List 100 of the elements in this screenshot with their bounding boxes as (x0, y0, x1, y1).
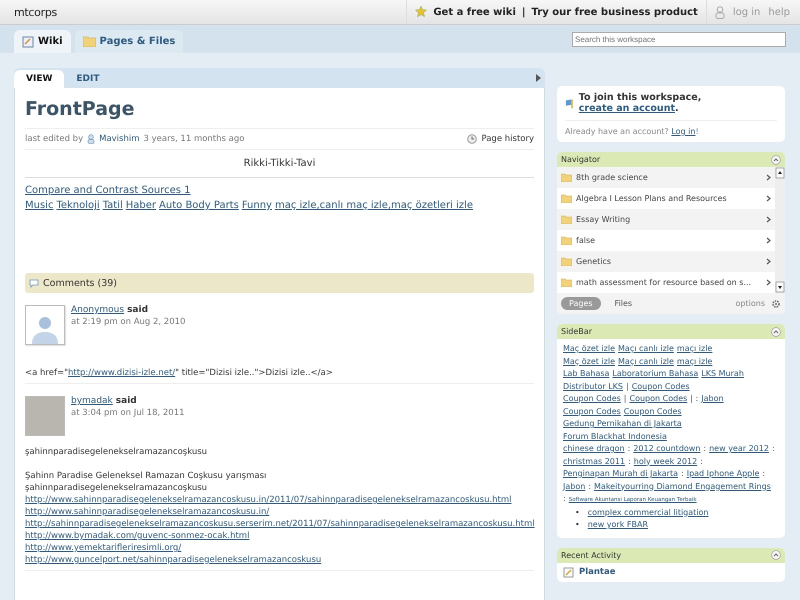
sidebar-link[interactable]: Lab Bahasa (563, 368, 610, 380)
sidebar-link[interactable]: new year 2012 (709, 443, 769, 456)
sidebar-link[interactable]: Coupon Codes (563, 406, 621, 418)
comment-text: şahinnparadisegelenekselramazancoşkusu (25, 482, 208, 494)
sidebar-link[interactable]: complex commercial litigation (588, 506, 708, 519)
navigator-item[interactable]: Genetics (557, 251, 775, 272)
login-link[interactable]: Log in (671, 127, 696, 136)
page-link[interactable]: Auto Body Parts (159, 200, 239, 211)
join-text: To join this workspace, create an account. (578, 92, 702, 114)
comment-text: Şahinn Paradise Geleneksel Ramazan Coşkusu yarışması (25, 470, 268, 482)
activity-item[interactable]: Plantae (557, 562, 785, 582)
page-link[interactable]: maç izle,canlı maç izle,maç özetleri izle (274, 200, 473, 211)
sidebar-link[interactable]: Laboratorium Bahasa (612, 368, 698, 380)
edited-time: 3 years, 11 months ago (144, 134, 244, 144)
sidebar-link[interactable]: Jabon (701, 393, 724, 406)
edited-label: last edited by (25, 134, 84, 144)
comment-link[interactable]: http://www.dizisi-izle.net/ (68, 368, 176, 378)
page-heading: Rikki-Tikki-Tavi (25, 150, 534, 178)
comment-author-link[interactable]: bymadak (71, 396, 113, 406)
folder-icon (561, 194, 572, 203)
user-icon (714, 6, 725, 18)
navigator-item[interactable]: Essay Writing (557, 209, 775, 230)
comment-link[interactable]: http://www.sahinnparadisegelenekselramazancoskusu.in/2011/07/sahinnparadisegelenekselramazancoskusu.html (25, 495, 512, 505)
promo-link[interactable]: Get a free wiki (433, 6, 516, 18)
sidebar-link[interactable]: Coupon Codes (632, 380, 690, 393)
comment-link[interactable]: http://www.bymadak.com/guvenc-sonmez-ocak.html (25, 531, 250, 541)
navigator-item[interactable]: false (557, 230, 775, 251)
separator-text: : (772, 443, 775, 455)
navigator-item[interactable]: Algebra I Lesson Plans and Resources (557, 188, 775, 209)
page-link[interactable]: Teknoloji (56, 200, 100, 211)
sidebar-link[interactable]: Makeityourring Diamond Engagement Rings (594, 480, 771, 493)
separator-text: | (624, 393, 626, 405)
navigator-item[interactable]: 8th grade science (557, 167, 775, 188)
sidebar-link[interactable]: Penginapan Murah di Jakarta (563, 468, 678, 480)
sidebar-link[interactable]: Distributor LKS (563, 380, 623, 393)
sidebar-link[interactable]: chinese dragon (563, 443, 625, 456)
folder-icon (561, 236, 572, 245)
flag-icon (565, 98, 574, 108)
page-tab[interactable]: VIEW (14, 70, 64, 88)
sidebar-link[interactable]: Maçı canlı izle (618, 343, 674, 356)
scrollbar[interactable] (775, 167, 785, 293)
page-tab[interactable]: EDIT (64, 70, 112, 88)
sidebar-link[interactable]: Forum Blackhat Indonesia (563, 430, 667, 443)
sidebar-link[interactable]: maçı izle (676, 343, 712, 356)
sidebar-link[interactable]: Maçı canlı izle (618, 356, 674, 368)
comment-link[interactable]: http://sahinnparadisegelenekselramazancoskusu.serserim.net/2011/07/sahinnparadisegelenekselramazancoskusu.html (25, 519, 535, 529)
said-label: said (116, 396, 137, 406)
chevron-right-icon (766, 237, 771, 244)
page-link[interactable]: Funny (242, 200, 272, 211)
speech-bubble-icon (29, 278, 39, 288)
panel-title: Recent Activity (561, 550, 622, 560)
navigator-tab[interactable]: Files (606, 297, 640, 310)
page-link[interactable]: Compare and Contrast Sources 1 (25, 185, 191, 196)
author-link[interactable]: Mavishim (99, 134, 140, 144)
sidebar-link[interactable]: 2012 countdown (633, 443, 700, 456)
separator-text: : (703, 443, 706, 455)
page-history-link[interactable]: Page history (467, 134, 534, 144)
separator-text: | : (690, 393, 698, 405)
nav-tab[interactable]: Pages & Files (74, 30, 184, 53)
separator-text: : (762, 468, 766, 480)
collapse-icon[interactable] (771, 550, 781, 560)
chevron-right-icon (766, 195, 771, 202)
sidebar-link[interactable]: Coupon Codes (624, 406, 682, 418)
page-link[interactable]: Music (25, 200, 54, 211)
comment-time: at 2:19 pm on Aug 2, 2010 (71, 317, 186, 327)
caret-icon[interactable] (536, 74, 541, 82)
sidebar-link[interactable]: Maç özet izle (563, 343, 616, 356)
sidebar-link[interactable]: christmas 2011 (563, 456, 626, 468)
comment-link[interactable]: http://www.yemektarifleriresimli.org/ (25, 543, 182, 553)
sidebar-link[interactable]: Gedung Pernikahan di Jakarta (563, 418, 682, 430)
comment-time: at 3:04 pm on Jul 18, 2011 (71, 408, 185, 418)
panel-title: Navigator (561, 155, 600, 164)
folder-icon (82, 36, 96, 47)
sidebar-link[interactable]: Coupon Codes (563, 393, 621, 406)
collapse-icon[interactable] (771, 154, 781, 164)
settings-icon[interactable] (771, 298, 781, 308)
said-label: said (127, 305, 148, 315)
separator-text: : (628, 443, 630, 455)
separator-text: | (626, 380, 629, 393)
page-link[interactable]: Haber (126, 200, 156, 211)
comment-link[interactable]: http://www.guncelport.net/sahinnparadisegelenekselramazancoskusu (25, 555, 322, 565)
comment-link[interactable]: http://www.sahinnparadisegelenekselramazancoskusu.in/ (25, 507, 270, 517)
page-link[interactable]: Tatil (102, 200, 123, 211)
nav-tab[interactable]: Wiki (14, 30, 71, 53)
sidebar-link[interactable]: Ipad Iphone Apple (686, 468, 760, 480)
clock-icon (467, 134, 478, 144)
comment-author-link[interactable]: Anonymous (71, 305, 124, 315)
navigator-item[interactable]: math assessment for resource based on s... (557, 272, 775, 293)
sidebar-link[interactable]: Coupon Codes (630, 393, 688, 406)
create-account-link[interactable]: create an account (578, 103, 675, 114)
sidebar-link[interactable]: Jabon (563, 480, 586, 493)
bullet-marker: • (575, 506, 580, 518)
sidebar-link[interactable]: holy week 2012 (634, 456, 698, 468)
sidebar-link[interactable]: LKS Murah (701, 368, 744, 380)
sidebar-link[interactable]: Maç özet izle (563, 356, 616, 368)
collapse-icon[interactable] (771, 326, 781, 336)
sidebar-link[interactable]: new york FBAR (588, 519, 648, 532)
promo-link[interactable]: Try our free business product (532, 6, 698, 18)
sidebar-link[interactable]: maçı izle (676, 356, 712, 368)
search-field[interactable]: Search this workspace (572, 32, 786, 46)
